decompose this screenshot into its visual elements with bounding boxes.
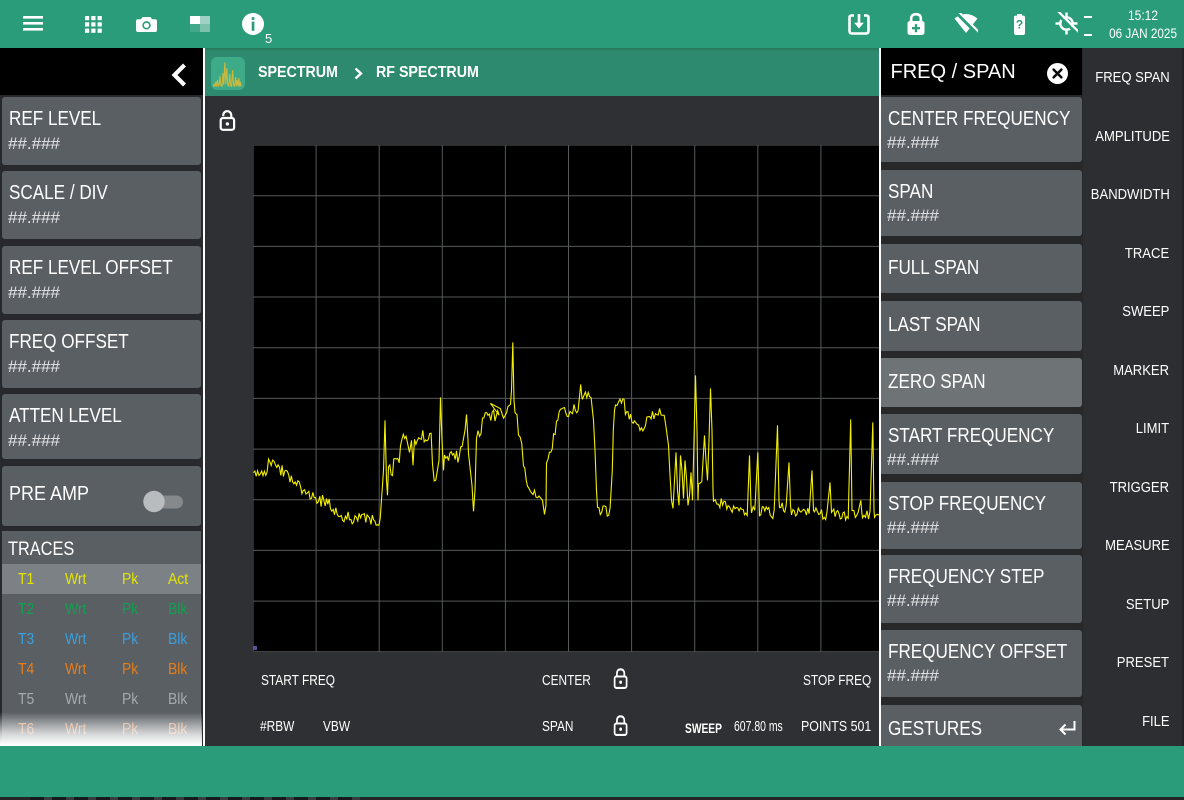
svg-text:?: ? [1016, 17, 1023, 31]
